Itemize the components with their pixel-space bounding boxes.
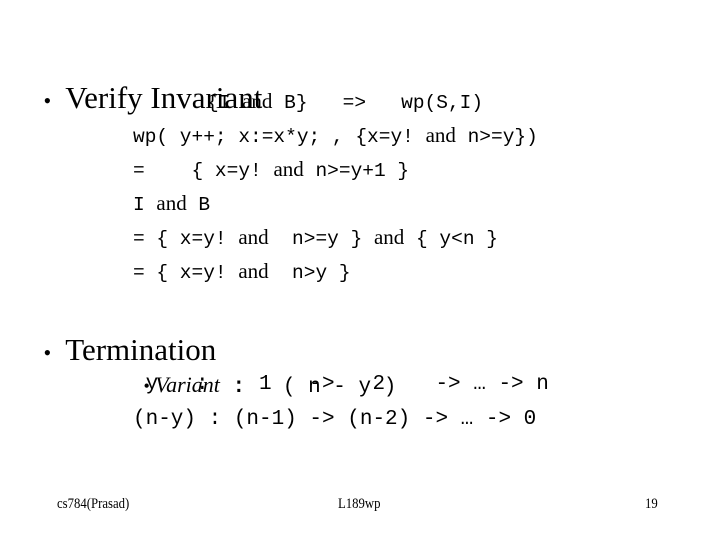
code-fragment: {I <box>207 92 243 114</box>
keyword-and: and <box>242 89 273 113</box>
keyword-and: and <box>238 259 269 283</box>
keyword-and: and <box>273 157 304 181</box>
footer-author: cs784(Prasad) <box>57 496 130 512</box>
keyword-and: and <box>373 225 405 249</box>
keyword-and: and <box>238 225 269 249</box>
footer-title: L189wp <box>338 496 381 512</box>
code-fragment: n>y } <box>268 262 351 284</box>
proof-line: = { x=y! and n>y } <box>133 254 351 290</box>
code-fragment: n>=y}) <box>455 126 538 148</box>
code-fragment: n>=y } <box>268 228 374 250</box>
proof-line: I and B <box>133 186 210 222</box>
code-fragment: = { x=y! <box>133 228 239 250</box>
code-fragment: = { x=y! <box>133 160 274 182</box>
bullet-glyph: • <box>43 88 52 113</box>
code-fragment: { y<n } <box>404 228 498 250</box>
variant-ny-sequence: (n-y) : (n-1) -> (n-2) -> … -> 0 <box>133 408 537 431</box>
code-fragment: B} => wp(S,I) <box>272 92 484 114</box>
code-fragment: wp( y++; x:=x*y; , {x=y! <box>133 126 426 148</box>
keyword-and: and <box>156 191 187 215</box>
proof-line: = { x=y! and n>=y+1 } <box>133 152 409 188</box>
code-fragment: = { x=y! <box>133 262 239 284</box>
proof-line: wp( y++; x:=x*y; , {x=y! and n>=y}) <box>133 118 538 154</box>
page-number: 19 <box>645 496 658 512</box>
code-fragment: B <box>186 194 211 216</box>
code-fragment: I <box>133 194 157 216</box>
proof-line: = { x=y! and n>=y } and { y<n } <box>133 220 498 256</box>
keyword-and: and <box>425 123 456 147</box>
proof-line: {I and B} => wp(S,I) <box>207 84 483 120</box>
code-fragment: n>=y+1 } <box>303 160 410 182</box>
variant-y-sequence: y : 1 -> 2 -> … -> n <box>133 373 549 396</box>
bullet-glyph: • <box>43 340 52 365</box>
